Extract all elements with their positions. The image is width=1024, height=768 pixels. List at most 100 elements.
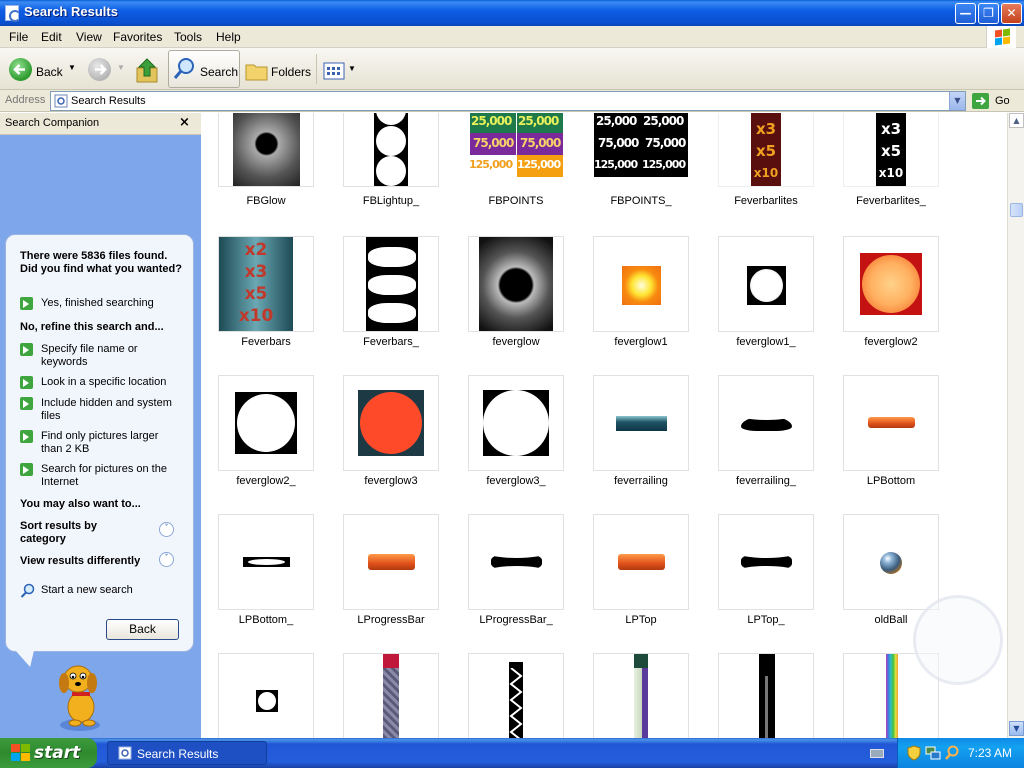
system-tray: 7:23 AM [897, 738, 1024, 768]
file-item[interactable]: feverrailing [576, 375, 701, 514]
address-input[interactable]: Search Results ▼ [50, 91, 966, 111]
view-results-link[interactable]: View results differently [20, 555, 160, 568]
back-dropdown-icon[interactable]: ▼ [68, 63, 76, 72]
search-results-icon [54, 94, 68, 108]
forward-dropdown-icon[interactable]: ▼ [117, 63, 125, 72]
file-item[interactable]: LProgressBar [326, 514, 451, 653]
file-name: Feverbarlites_ [856, 195, 926, 207]
magnifier-icon [173, 58, 194, 79]
menu-help[interactable]: Help [216, 30, 241, 44]
address-dropdown-button[interactable]: ▼ [949, 92, 965, 110]
views-button[interactable]: ▼ [323, 51, 357, 87]
scroll-thumb[interactable] [1010, 203, 1023, 217]
file-item[interactable]: LPTop_ [701, 514, 826, 653]
file-item[interactable]: feverglow2 [826, 236, 951, 375]
file-item[interactable]: 25,000 25,000 75,000 75,000 125,000 125,… [576, 113, 701, 250]
search-tray-icon[interactable] [944, 745, 960, 761]
file-name: feverrailing_ [736, 475, 796, 487]
file-item[interactable]: LProgressBar_ [451, 514, 576, 653]
file-item[interactable]: feverglow2_ [201, 375, 326, 514]
file-item[interactable]: feverglow1_ [701, 236, 826, 375]
search-button[interactable]: Search [168, 50, 240, 88]
forward-button[interactable]: ▼ [86, 51, 126, 87]
points-label: 75,000 [520, 136, 561, 150]
network-icon[interactable] [925, 745, 941, 761]
file-item[interactable]: feverglow1 [576, 236, 701, 375]
scroll-down-button[interactable]: ▼ [1009, 721, 1024, 736]
refine-heading: No, refine this search and... [20, 321, 164, 333]
file-name: LPTop_ [747, 614, 785, 626]
view-expand-chevron-icon[interactable]: ˇ [159, 552, 174, 567]
thumbnail [218, 375, 314, 471]
back-button[interactable]: Back ▼ [6, 51, 82, 87]
sort-results-link[interactable]: Sort results by category [20, 520, 130, 546]
thumbnail: x2 x3 x5 x10 [718, 113, 814, 187]
thumbnail [343, 375, 439, 471]
file-item[interactable] [701, 653, 826, 738]
close-button[interactable]: ✕ [1001, 3, 1022, 24]
up-folder-button[interactable] [135, 51, 161, 87]
file-item[interactable]: x2 x3 x5 x10 Feverbarlites_ [826, 113, 951, 250]
views-icon [323, 62, 345, 80]
window-title: Search Results [24, 4, 118, 19]
menu-view[interactable]: View [76, 30, 102, 44]
file-name: feverglow2_ [236, 475, 296, 487]
multiplier-label: x10 [753, 166, 779, 180]
file-item[interactable]: 25,000 25,000 75,000 75,000 125,000 125,… [451, 113, 576, 250]
thumbnail [718, 653, 814, 738]
search-label: Search [200, 65, 239, 79]
restore-button[interactable]: ❐ [978, 3, 999, 24]
points-label: 125,000 [517, 158, 561, 171]
keyboard-icon[interactable] [870, 749, 884, 758]
file-item[interactable] [201, 653, 326, 738]
points-label: 125,000 [469, 158, 513, 171]
file-item[interactable]: feverglow [451, 236, 576, 375]
menu-favorites[interactable]: Favorites [113, 30, 162, 44]
folders-button[interactable]: Folders [243, 51, 311, 87]
file-item[interactable]: feverglow3 [326, 375, 451, 514]
refine-option-label: Specify file name or keywords [41, 343, 138, 368]
file-name: feverrailing [614, 475, 668, 487]
file-name: LProgressBar [357, 614, 425, 626]
file-item[interactable]: LPBottom [826, 375, 951, 514]
menu-file[interactable]: File [9, 30, 28, 44]
title-bar[interactable]: Search Results — ❐ ✕ [0, 0, 1024, 26]
file-item[interactable] [326, 653, 451, 738]
back-search-button[interactable]: Back [106, 619, 179, 640]
address-label: Address [5, 94, 46, 106]
scroll-up-button[interactable]: ▲ [1009, 113, 1024, 128]
points-label: 75,000 [645, 136, 686, 150]
file-item[interactable] [451, 653, 576, 738]
thumbnail [593, 653, 689, 738]
file-item[interactable]: feverglow3_ [451, 375, 576, 514]
file-name: Feverbarlites [734, 195, 798, 207]
file-item[interactable]: FBLightup_ [326, 113, 451, 250]
start-button[interactable]: start [0, 738, 97, 768]
clock[interactable]: 7:23 AM [968, 746, 1012, 760]
close-pane-icon[interactable]: × [179, 115, 190, 130]
file-name: FBPOINTS [488, 195, 544, 207]
file-item[interactable]: FBGlow [201, 113, 326, 250]
thumbnail: 25,000 25,000 75,000 75,000 125,000 125,… [468, 113, 564, 187]
file-item[interactable]: feverrailing_ [701, 375, 826, 514]
file-item[interactable]: x2 x3 x5 x10 Feverbars [201, 236, 326, 375]
minimize-button[interactable]: — [955, 3, 976, 24]
file-item[interactable]: LPTop [576, 514, 701, 653]
menu-tools[interactable]: Tools [174, 30, 202, 44]
file-name: feverglow3 [364, 475, 418, 487]
back-search-label: Back [129, 622, 156, 636]
menu-edit[interactable]: Edit [41, 30, 62, 44]
file-item[interactable] [576, 653, 701, 738]
file-item[interactable]: LPBottom_ [201, 514, 326, 653]
points-label: 125,000 [594, 158, 638, 171]
sort-expand-chevron-icon[interactable]: ˇ [159, 522, 174, 537]
vertical-scrollbar[interactable]: ▲ ▼ [1007, 113, 1024, 738]
file-item[interactable]: Feverbars_ [326, 236, 451, 375]
thumbnail [718, 514, 814, 610]
security-shield-icon[interactable] [906, 745, 922, 761]
go-button[interactable]: Go [972, 92, 1020, 110]
taskbar-item-search-results[interactable]: Search Results [107, 741, 267, 765]
file-item[interactable]: x2 x3 x5 x10 Feverbarlites [701, 113, 826, 250]
go-arrow-icon [972, 93, 989, 109]
thumbnail [468, 236, 564, 332]
